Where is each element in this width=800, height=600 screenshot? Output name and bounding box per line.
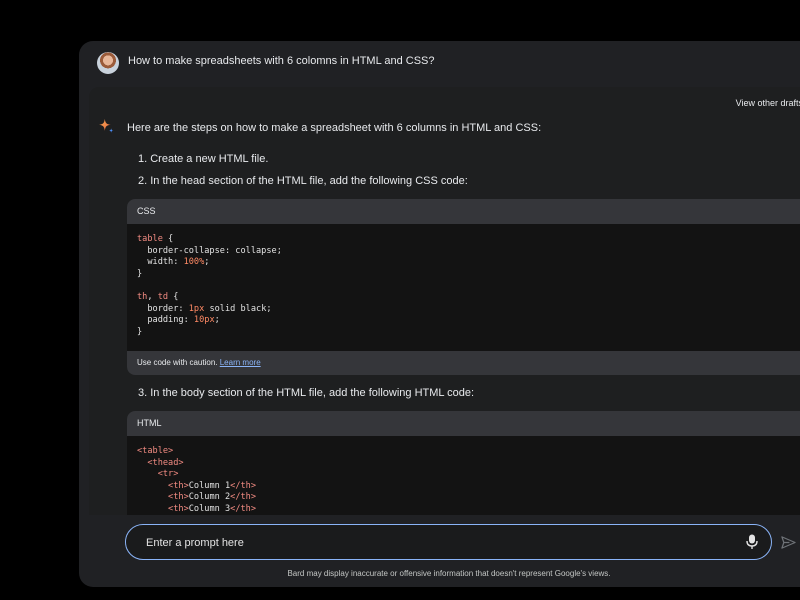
response-panel: View other drafts Here are the steps on …: [89, 87, 800, 515]
code-caution-text: Use code with caution.: [137, 358, 218, 367]
prompt-input-box[interactable]: [125, 524, 772, 560]
microphone-icon[interactable]: [745, 534, 759, 550]
user-avatar: [97, 52, 119, 74]
step-2: 2. In the head section of the HTML file,…: [138, 175, 468, 187]
chat-window: How to make spreadsheets with 6 colomns …: [79, 41, 800, 587]
css-code-language-label: CSS: [127, 199, 800, 224]
html-code-language-label: HTML: [127, 411, 800, 436]
css-code-block: CSS table { border-collapse: collapse; w…: [127, 199, 800, 375]
prompt-input[interactable]: [144, 525, 728, 560]
html-code-block: HTML <table> <thead> <tr> <th>Column 1</…: [127, 411, 800, 515]
css-code-content[interactable]: table { border-collapse: collapse; width…: [127, 224, 800, 351]
bard-sparkle-icon: [98, 118, 114, 133]
disclaimer-text: Bard may display inaccurate or offensive…: [287, 569, 611, 578]
html-code-content[interactable]: <table> <thead> <tr> <th>Column 1</th> <…: [127, 436, 800, 515]
step-1: 1. Create a new HTML file.: [138, 153, 269, 165]
user-prompt-row: How to make spreadsheets with 6 colomns …: [79, 41, 800, 85]
learn-more-link[interactable]: Learn more: [220, 358, 261, 367]
step-3: 3. In the body section of the HTML file,…: [138, 387, 475, 399]
code-caution-footer: Use code with caution. Learn more: [127, 351, 800, 375]
view-other-drafts-button[interactable]: View other drafts: [736, 98, 800, 108]
user-prompt-text: How to make spreadsheets with 6 colomns …: [128, 55, 435, 67]
send-icon[interactable]: [781, 535, 796, 550]
response-intro: Here are the steps on how to make a spre…: [127, 122, 542, 134]
